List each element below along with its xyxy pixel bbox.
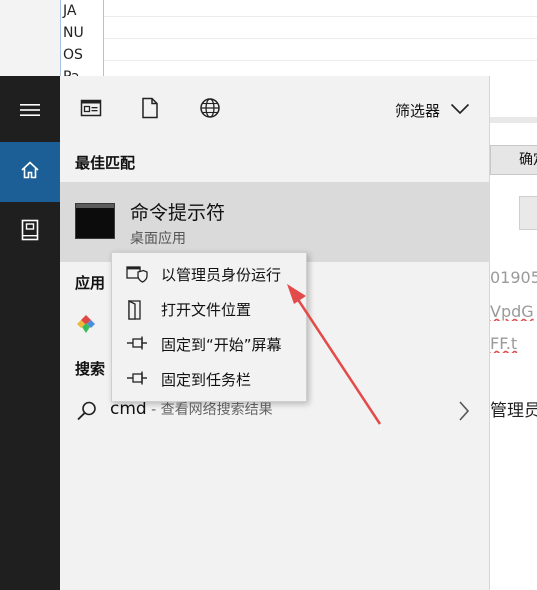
pin-to-start-label: 固定到“开始”屏幕 — [161, 336, 282, 354]
document-icon — [21, 219, 39, 245]
search-query: cmd — [110, 399, 147, 419]
pin-to-taskbar-label: 固定到任务栏 — [161, 371, 252, 389]
background-grid — [104, 0, 537, 76]
shield-icon — [126, 265, 148, 283]
chevron-right-icon[interactable] — [458, 400, 470, 426]
best-match-subtitle: 桌面应用 — [130, 231, 186, 247]
background-list-row: JA — [63, 3, 77, 19]
background-text-number: 01905 — [490, 268, 537, 287]
hamburger-icon — [20, 102, 40, 122]
best-match-item[interactable]: 命令提示符 桌面应用 — [60, 182, 490, 262]
pin-icon — [126, 370, 147, 388]
background-field — [519, 196, 537, 230]
app-window-icon — [80, 98, 102, 122]
start-nav-rail — [0, 76, 60, 590]
search-icon — [76, 400, 98, 426]
app-diamond-icon[interactable] — [76, 314, 96, 334]
search-toolbar: 筛选器 — [60, 76, 490, 146]
nav-home-button[interactable] — [0, 142, 60, 202]
filter-label: 筛选器 — [394, 101, 440, 120]
chevron-down-icon — [450, 101, 470, 119]
filter-dropdown[interactable]: 筛选器 — [395, 98, 470, 122]
nav-documents-button[interactable] — [0, 202, 60, 262]
apps-heading: 应用 — [75, 274, 106, 292]
background-list-row: Pa — [61, 66, 103, 76]
background-confirm-button[interactable]: 确定 — [490, 145, 537, 175]
search-heading: 搜索 — [75, 360, 106, 378]
command-prompt-icon — [75, 203, 115, 239]
background-divider — [490, 117, 537, 123]
screen: JA NU OS Pa 确定 01905 VpdG FF.t 管理员 — [0, 0, 537, 590]
best-match-title: 命令提示符 — [130, 202, 226, 224]
open-folder-icon — [126, 299, 146, 320]
background-confirm-label: 确定 — [519, 152, 537, 168]
pin-to-taskbar-item[interactable]: 固定到任务栏 — [112, 362, 306, 396]
pin-icon — [126, 335, 147, 353]
background-list-row: OS — [63, 47, 83, 63]
open-file-location-item[interactable]: 打开文件位置 — [112, 292, 306, 326]
file-icon — [141, 97, 159, 123]
run-as-admin-label: 以管理员身份运行 — [161, 266, 282, 284]
web-search-text: cmd - 查看网络搜索结果 — [110, 399, 273, 419]
search-hint: - 查看网络搜索结果 — [146, 402, 273, 418]
best-match-heading: 最佳匹配 — [75, 154, 136, 172]
background-text-code: VpdG — [490, 302, 534, 321]
background-list: JA NU OS Pa — [60, 0, 104, 76]
background-text-admin: 管理员 — [490, 401, 537, 421]
web-filter-button[interactable] — [196, 96, 224, 124]
background-list-row: NU — [63, 25, 84, 41]
background-text-ext: FF.t — [490, 334, 518, 353]
documents-filter-button[interactable] — [136, 96, 164, 124]
context-menu: 以管理员身份运行 打开文件位置 固定到“开始”屏幕 固定到任务栏 — [111, 252, 307, 402]
menu-button[interactable] — [0, 82, 60, 142]
open-file-location-label: 打开文件位置 — [161, 301, 252, 319]
home-icon — [20, 160, 40, 184]
globe-icon — [199, 97, 221, 123]
background-window-edge — [0, 0, 60, 76]
pin-to-start-item[interactable]: 固定到“开始”屏幕 — [112, 327, 306, 361]
apps-filter-button[interactable] — [77, 96, 105, 124]
run-as-admin-item[interactable]: 以管理员身份运行 — [112, 257, 306, 291]
